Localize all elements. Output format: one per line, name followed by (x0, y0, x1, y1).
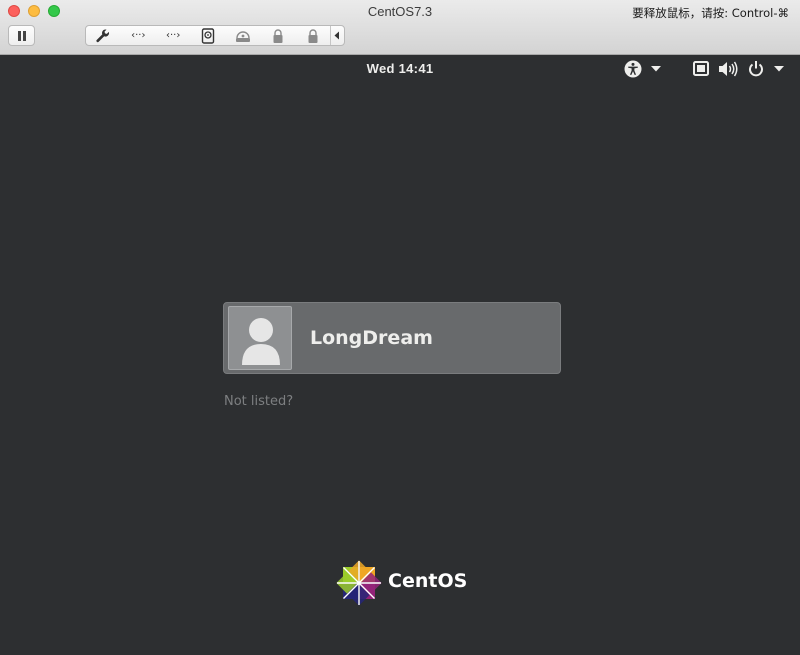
centos-logo-icon (336, 560, 382, 606)
triangle-left-icon (334, 31, 340, 40)
pause-icon (18, 31, 21, 41)
usb-lock-button[interactable] (260, 26, 295, 45)
accessibility-icon[interactable] (624, 60, 642, 78)
network-adapter-2-button[interactable]: ‹··› (156, 26, 191, 45)
user-name-label: LongDream (310, 327, 433, 349)
settings-wrench-button[interactable] (86, 26, 121, 45)
toolbar-collapse-button[interactable] (330, 26, 344, 45)
mouse-release-hint: 要释放鼠标，请按: Control-⌘ (632, 6, 789, 20)
avatar (228, 306, 292, 370)
gnome-top-bar: Wed 14:41 (0, 55, 800, 83)
usb-lock-2-button[interactable] (295, 26, 330, 45)
volume-icon[interactable] (718, 61, 738, 77)
hard-disk-icon (201, 27, 215, 44)
centos-brand-text: CentOS (388, 570, 468, 592)
not-listed-link[interactable]: Not listed? (224, 394, 293, 409)
hard-disk-button[interactable] (191, 26, 226, 45)
vm-window-titlebar: CentOS7.3 要释放鼠标，请按: Control-⌘ ‹··› ‹··› (0, 0, 800, 55)
usb-lock-2-icon (308, 28, 318, 43)
power-icon[interactable] (748, 60, 764, 77)
optical-drive-icon (235, 30, 250, 42)
optical-drive-button[interactable] (225, 26, 260, 45)
user-list-item[interactable]: LongDream (223, 302, 561, 374)
chevron-down-icon[interactable] (774, 66, 784, 72)
user-icon (242, 318, 280, 365)
network-adapter-button[interactable]: ‹··› (121, 26, 156, 45)
vm-device-toolbar: ‹··› ‹··› (85, 25, 345, 46)
wrench-icon (96, 28, 110, 42)
network-adapter-icon: ‹··› (131, 30, 146, 41)
network-adapter-2-icon: ‹··› (165, 30, 181, 41)
usb-lock-icon (273, 28, 283, 43)
clock[interactable]: Wed 14:41 (0, 61, 800, 76)
display-icon[interactable] (693, 61, 709, 76)
pause-vm-button[interactable] (8, 25, 35, 46)
chevron-down-icon[interactable] (651, 66, 661, 72)
